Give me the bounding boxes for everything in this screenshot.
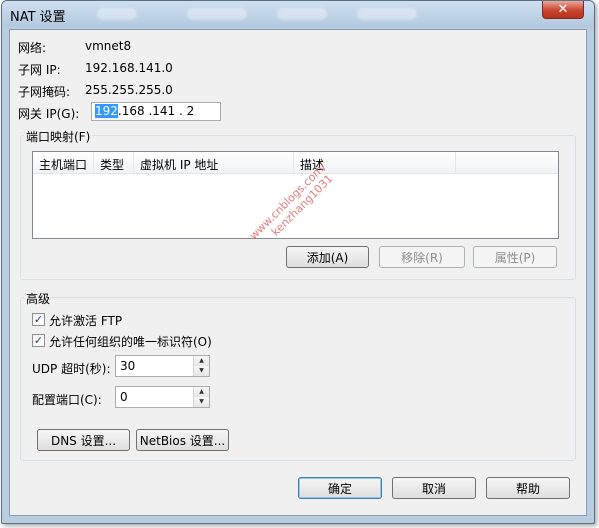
- subnet-mask-label: 子网掩码:: [18, 85, 71, 99]
- udp-timeout-arrows: ▲ ▼: [193, 356, 209, 376]
- network-label: 网络:: [18, 41, 47, 55]
- port-mapping-title: 端口映射(F): [24, 128, 93, 145]
- check-icon: ✓: [33, 313, 44, 326]
- background-blur: [357, 8, 417, 20]
- check-icon: ✓: [33, 334, 44, 347]
- dialog-body: 网络: vmnet8 子网 IP: 192.168.141.0 子网掩码: 25…: [9, 29, 587, 516]
- config-port-label: 配置端口(C):: [32, 393, 102, 407]
- allow-oui-checkbox[interactable]: ✓: [32, 334, 45, 347]
- background-blur: [187, 8, 247, 20]
- config-port-value: 0: [120, 390, 128, 404]
- allow-ftp-label[interactable]: 允许激活 FTP: [49, 312, 122, 329]
- spin-down-icon[interactable]: ▼: [194, 397, 209, 407]
- gateway-label: 网关 IP(G):: [18, 107, 80, 121]
- gateway-ip-input[interactable]: 192.168 .141 . 2: [91, 102, 221, 121]
- window-title: NAT 设置: [10, 10, 66, 25]
- ok-button[interactable]: 确定: [298, 477, 382, 499]
- title-bar[interactable]: NAT 设置 ✕: [2, 1, 594, 27]
- column-type[interactable]: 类型: [94, 152, 134, 174]
- background-blur: [277, 8, 327, 20]
- background-blur: [97, 8, 137, 20]
- gateway-ip-selected-octet: 192: [95, 104, 118, 118]
- netbios-settings-button[interactable]: NetBios 设置...: [136, 429, 229, 451]
- udp-timeout-value: 30: [120, 359, 136, 373]
- add-button[interactable]: 添加(A): [286, 246, 369, 268]
- cancel-button[interactable]: 取消: [392, 477, 476, 499]
- close-icon: ✕: [557, 2, 569, 17]
- close-button[interactable]: ✕: [542, 1, 584, 19]
- dns-settings-button[interactable]: DNS 设置...: [37, 429, 130, 451]
- allow-ftp-checkbox[interactable]: ✓: [32, 313, 45, 326]
- network-value: vmnet8: [85, 39, 132, 53]
- config-port-stepper[interactable]: 0 ▲ ▼: [115, 386, 210, 408]
- column-host-port[interactable]: 主机端口: [33, 152, 94, 174]
- help-button[interactable]: 帮助: [486, 477, 570, 499]
- udp-timeout-stepper[interactable]: 30 ▲ ▼: [115, 355, 210, 377]
- udp-timeout-label: UDP 超时(秒):: [32, 362, 111, 376]
- config-port-arrows: ▲ ▼: [193, 387, 209, 407]
- column-vm-ip[interactable]: 虚拟机 IP 地址: [134, 152, 294, 174]
- spin-down-icon[interactable]: ▼: [194, 366, 209, 376]
- spin-up-icon[interactable]: ▲: [194, 356, 209, 366]
- properties-button[interactable]: 属性(P): [473, 246, 557, 268]
- subnet-ip-label: 子网 IP:: [18, 63, 61, 77]
- advanced-title: 高级: [24, 290, 53, 307]
- subnet-ip-value: 192.168.141.0: [85, 61, 173, 75]
- nat-settings-dialog: NAT 设置 ✕ 网络: vmnet8 子网 IP: 192.168.141.0…: [1, 0, 595, 524]
- spin-up-icon[interactable]: ▲: [194, 387, 209, 397]
- remove-button[interactable]: 移除(R): [379, 246, 465, 268]
- gateway-ip-remaining: .168 .141 . 2: [117, 104, 195, 118]
- subnet-mask-value: 255.255.255.0: [85, 83, 173, 97]
- allow-oui-label[interactable]: 允许任何组织的唯一标识符(O): [49, 333, 212, 350]
- port-mapping-header: 主机端口 类型 虚拟机 IP 地址 描述: [33, 152, 558, 174]
